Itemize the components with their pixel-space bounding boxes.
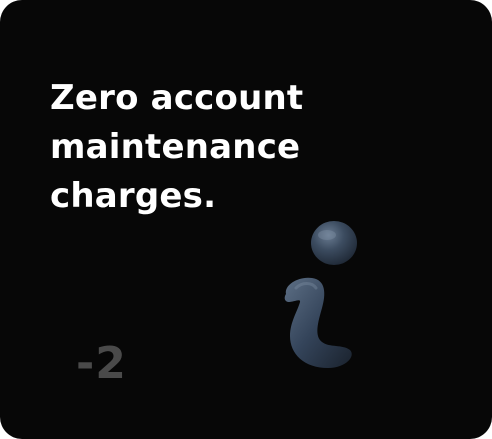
info-icon	[284, 221, 357, 368]
card-headline: Zero account maintenance charges.	[50, 78, 304, 216]
step-number: -2	[76, 338, 127, 389]
feature-card: Zero account maintenance charges. -2	[0, 0, 492, 439]
